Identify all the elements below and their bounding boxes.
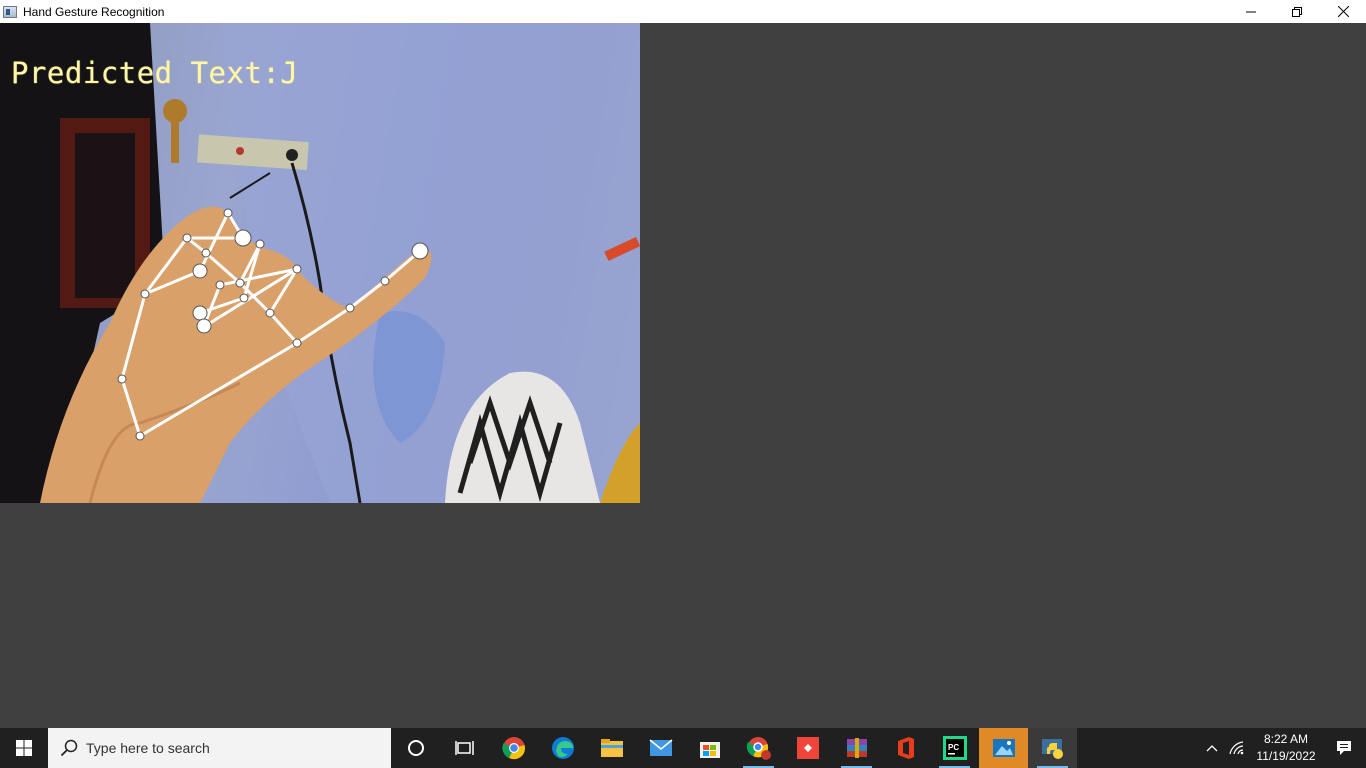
- taskbar-app-winrar[interactable]: [832, 728, 881, 768]
- taskbar-app-store[interactable]: [685, 728, 734, 768]
- windows-logo-icon: [16, 740, 32, 756]
- photos-icon: [992, 739, 1015, 757]
- taskbar-app-photos[interactable]: [979, 728, 1028, 768]
- start-button[interactable]: [0, 728, 48, 768]
- taskbar: PC 8:22 AM 11/19/2022: [0, 728, 1366, 768]
- taskbar-app-mail[interactable]: [636, 728, 685, 768]
- minimize-button[interactable]: [1228, 0, 1274, 23]
- camera-feed: Predicted Text:J: [0, 23, 640, 503]
- search-input[interactable]: [86, 740, 366, 756]
- taskbar-clock[interactable]: 8:22 AM 11/19/2022: [1250, 728, 1322, 768]
- camera-scene-graphic: [0, 23, 640, 503]
- taskbar-app-python[interactable]: [1028, 728, 1077, 768]
- restore-button[interactable]: [1274, 0, 1320, 23]
- wifi-icon: [1229, 741, 1244, 755]
- svg-text:PC: PC: [948, 743, 959, 752]
- folder-icon: [600, 739, 623, 757]
- store-icon: [699, 742, 720, 758]
- notification-icon: [1337, 741, 1351, 755]
- network-button[interactable]: [1224, 728, 1250, 768]
- system-tray: 8:22 AM 11/19/2022: [1200, 728, 1366, 768]
- chrome-icon: [501, 737, 525, 760]
- taskbar-app-chrome[interactable]: [489, 728, 538, 768]
- pycharm-icon: PC: [942, 736, 967, 760]
- cortana-button[interactable]: [391, 728, 440, 768]
- window-title: Hand Gesture Recognition: [23, 4, 165, 19]
- clock-time: 8:22 AM: [1263, 732, 1309, 746]
- taskbar-app-chrome-profile[interactable]: [734, 728, 783, 768]
- minimize-icon: [1246, 11, 1256, 12]
- show-hidden-icons-button[interactable]: [1200, 728, 1224, 768]
- taskbar-app-file-explorer[interactable]: [587, 728, 636, 768]
- action-center-button[interactable]: [1322, 728, 1366, 768]
- anydesk-icon: [796, 737, 819, 759]
- predicted-text-label: Predicted Text:J: [11, 56, 299, 90]
- window-controls: [1228, 0, 1366, 23]
- restore-icon: [1292, 6, 1302, 17]
- taskbar-app-pycharm[interactable]: PC: [930, 728, 979, 768]
- chrome-profile-icon: [746, 737, 771, 760]
- app-window-icon: [3, 5, 17, 18]
- winrar-icon: [846, 738, 867, 758]
- taskbar-app-edge[interactable]: [538, 728, 587, 768]
- close-icon: [1337, 6, 1349, 17]
- task-view-button[interactable]: [440, 728, 489, 768]
- cortana-icon: [407, 740, 424, 756]
- clock-date: 11/19/2022: [1256, 749, 1316, 763]
- edge-icon: [551, 737, 574, 759]
- office-icon: [897, 737, 914, 759]
- chevron-up-icon: [1206, 745, 1218, 752]
- window-titlebar: Hand Gesture Recognition: [0, 0, 1366, 23]
- search-icon: [60, 739, 78, 757]
- task-view-icon: [454, 741, 474, 755]
- python-icon: [1041, 739, 1063, 759]
- close-button[interactable]: [1320, 0, 1366, 23]
- taskbar-app-anydesk[interactable]: [783, 728, 832, 768]
- taskbar-search-box[interactable]: [48, 728, 391, 768]
- taskbar-app-office[interactable]: [881, 728, 930, 768]
- mail-icon: [649, 739, 672, 756]
